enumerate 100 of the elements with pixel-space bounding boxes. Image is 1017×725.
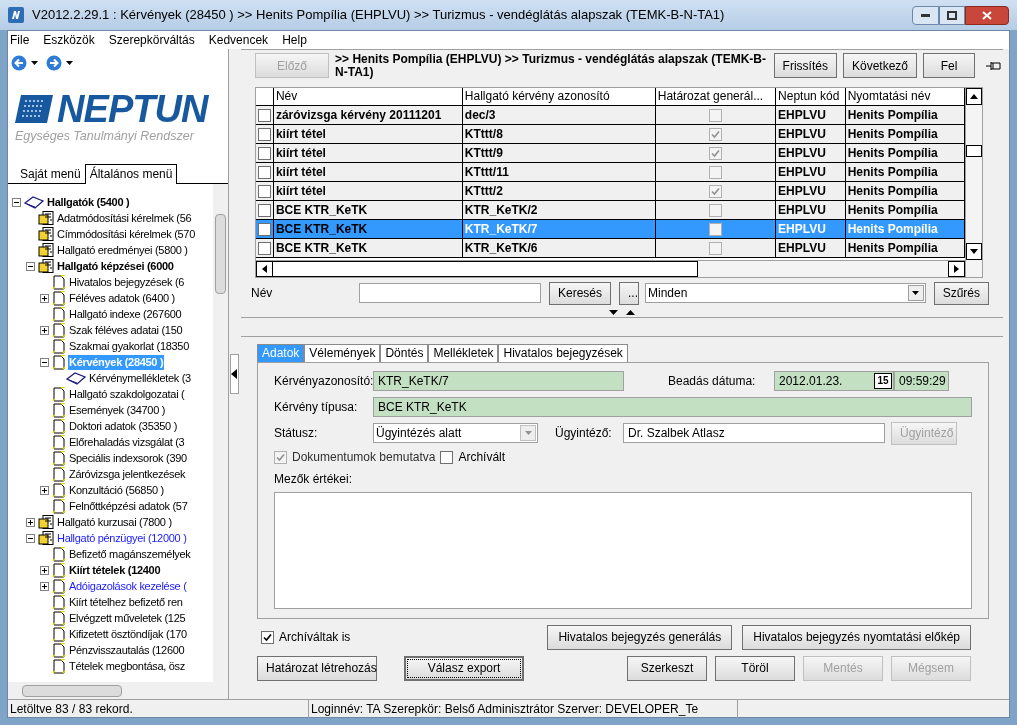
- table-row[interactable]: kiírt tétel KTttt/9 EHPLVU Henits Pompília: [256, 144, 965, 163]
- tree-item[interactable]: Befizető magánszemélyek: [68, 546, 192, 562]
- menu-item[interactable]: Kedvencek: [208, 31, 269, 49]
- tree-item[interactable]: Doktori adatok (35350 ): [68, 418, 179, 434]
- vertical-scrollbar[interactable]: [965, 88, 982, 277]
- horizontal-scrollbar[interactable]: [256, 260, 965, 277]
- status-dropdown[interactable]: Ügyintézés alatt: [373, 423, 538, 443]
- checkbox[interactable]: [708, 203, 722, 217]
- table-row[interactable]: kiírt tétel KTttt/11 EHPLVU Henits Pompília: [256, 163, 965, 182]
- tree-item[interactable]: Tételek megbontása, ösz: [68, 658, 186, 674]
- vertical-scrollbar[interactable]: [213, 184, 228, 682]
- tree-item[interactable]: Hallgató kurzusai (7800 ): [56, 514, 173, 530]
- scrollbar-thumb[interactable]: [22, 684, 122, 697]
- scrollbar-thumb[interactable]: [966, 145, 982, 157]
- minimize-button[interactable]: [912, 5, 939, 25]
- checkbox[interactable]: [708, 184, 722, 198]
- menu-item[interactable]: Szerepkörváltás: [108, 31, 195, 49]
- name-input-field[interactable]: [359, 283, 541, 303]
- checkbox[interactable]: [708, 241, 722, 255]
- row-checkbox[interactable]: [257, 203, 271, 217]
- field-values-area[interactable]: [274, 492, 972, 609]
- tree-item[interactable]: Kiírt tételek (12400: [68, 562, 162, 578]
- button[interactable]: Határozat létrehozás: [257, 655, 377, 681]
- close-button[interactable]: [965, 5, 1009, 25]
- tree-item[interactable]: Szakmai gyakorlat (18350: [68, 338, 190, 354]
- table-row[interactable]: záróvizsga kérvény 20111201 dec/3 EHPLVU Henits Pompília: [256, 106, 965, 125]
- column-header[interactable]: Neptun kód: [776, 88, 846, 105]
- checkbox[interactable]: [708, 127, 722, 141]
- menu-tab[interactable]: Saját menü: [16, 166, 85, 183]
- back-icon[interactable]: [11, 54, 27, 71]
- calendar-button[interactable]: 15: [874, 373, 892, 389]
- button[interactable]: Hivatalos bejegyzés nyomtatási előkép: [742, 624, 971, 650]
- button[interactable]: Fel: [923, 53, 975, 78]
- tree-item[interactable]: Speciális indexsorok (390: [68, 450, 188, 466]
- row-checkbox[interactable]: [257, 241, 271, 255]
- tree-item[interactable]: Kifizetett ösztöndíjak (170: [68, 626, 188, 642]
- detail-tab[interactable]: Vélemények: [304, 344, 381, 362]
- tree-item[interactable]: Felnőttképzési adatok (57: [68, 498, 189, 514]
- tree-item[interactable]: Szak féléves adatai (150: [68, 322, 184, 338]
- table-row[interactable]: BCE KTR_KeTK KTR_KeTK/6 EHPLVU Henits Pompília: [256, 239, 965, 258]
- button[interactable]: Hivatalos bejegyzés generálás: [547, 624, 733, 650]
- tree-item[interactable]: Adatmódosítási kérelmek (56: [56, 210, 193, 226]
- table-row[interactable]: BCE KTR_KeTK KTR_KeTK/7 EHPLVU Henits Pompília: [256, 220, 965, 239]
- scrollbar-thumb[interactable]: [215, 214, 226, 294]
- right-arrow-icon[interactable]: [954, 265, 959, 273]
- dropdown-icon[interactable]: [66, 60, 73, 65]
- horizontal-scrollbar[interactable]: [8, 682, 228, 699]
- row-checkbox[interactable]: [257, 222, 271, 236]
- row-checkbox[interactable]: [257, 165, 271, 179]
- left-arrow-icon[interactable]: [262, 265, 267, 273]
- tree-item[interactable]: Hallgató képzései (6000: [56, 258, 175, 274]
- detail-tab[interactable]: Hivatalos bejegyzések: [498, 344, 628, 362]
- collapse-icon[interactable]: [40, 357, 49, 367]
- row-checkbox[interactable]: [257, 108, 271, 122]
- button[interactable]: Válasz export: [404, 655, 524, 681]
- tree-item[interactable]: Elvégzett műveletek (125: [68, 610, 187, 626]
- table-row[interactable]: kiírt tétel KTttt/2 EHPLVU Henits Pompília: [256, 182, 965, 201]
- checkbox[interactable]: [708, 146, 722, 160]
- down-arrow-icon[interactable]: [970, 249, 978, 254]
- tree-item[interactable]: Hallgató indexe (267600: [68, 306, 183, 322]
- expand-icon[interactable]: [40, 565, 49, 575]
- detail-tab[interactable]: Döntés: [380, 344, 429, 362]
- table-row[interactable]: kiírt tétel KTttt/8 EHPLVU Henits Pompília: [256, 125, 965, 144]
- tree-item[interactable]: Kiírt tételhez befizető ren: [68, 594, 184, 610]
- collapse-icon[interactable]: [12, 197, 21, 207]
- tree-item[interactable]: Hallgató pénzügyei (12000 ): [56, 530, 188, 546]
- checkbox[interactable]: [708, 108, 722, 122]
- tree-item[interactable]: Címmódosítási kérelmek (570: [56, 226, 196, 242]
- expand-icon[interactable]: [40, 293, 49, 303]
- button[interactable]: Következő: [842, 53, 917, 78]
- menu-tab[interactable]: Általános menü: [84, 164, 178, 184]
- menu-item[interactable]: File: [10, 31, 30, 49]
- collapse-icon[interactable]: [26, 533, 35, 543]
- tree-item[interactable]: Konzultáció (56850 ): [68, 482, 165, 498]
- tree-item[interactable]: Előrehaladás vizsgálat (3: [68, 434, 186, 450]
- table-row[interactable]: BCE KTR_KeTK KTR_KeTK/2 EHPLVU Henits Pompília: [256, 201, 965, 220]
- button[interactable]: Töröl: [715, 655, 795, 681]
- request-id-field[interactable]: KTR_KeTK/7: [373, 371, 624, 391]
- dropdown-icon[interactable]: [31, 60, 38, 65]
- expand-icon[interactable]: [40, 325, 49, 335]
- time-field[interactable]: 09:59:29: [894, 371, 949, 391]
- column-header[interactable]: Határozat generál...: [655, 88, 777, 105]
- more-button[interactable]: ...: [619, 281, 640, 305]
- tree-item[interactable]: Kérvénymellékletek (3: [88, 370, 192, 386]
- maximize-button[interactable]: [939, 5, 965, 25]
- checkbox[interactable]: [708, 165, 722, 179]
- menu-item[interactable]: Help: [282, 31, 307, 49]
- scrollbar-thumb[interactable]: [273, 261, 698, 277]
- tree-item[interactable]: Záróvizsga jelentkezések: [68, 466, 187, 482]
- menu-item[interactable]: Eszközök: [43, 31, 95, 49]
- tree-item[interactable]: Pénzvisszautalás (12600: [68, 642, 186, 658]
- row-checkbox[interactable]: [257, 184, 271, 198]
- detail-tab[interactable]: Mellékletek: [428, 344, 499, 362]
- splitter-up-icon[interactable]: [626, 310, 635, 315]
- tree-item[interactable]: Féléves adatok (6400 ): [68, 290, 176, 306]
- row-checkbox[interactable]: [257, 146, 271, 160]
- scope-dropdown[interactable]: Minden: [645, 283, 926, 303]
- tree-item[interactable]: Hallgatók (5400 ): [46, 194, 131, 210]
- splitter-down-icon[interactable]: [609, 310, 618, 315]
- collapse-icon[interactable]: [26, 261, 35, 271]
